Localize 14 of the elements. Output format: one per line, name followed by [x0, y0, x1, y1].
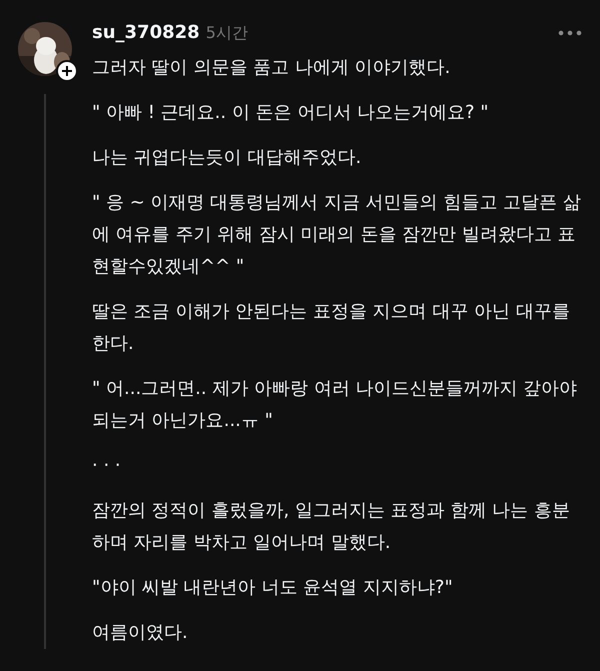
- post-paragraph: " 응 ~ 이재명 대통령님께서 지금 서민들의 힘들고 고달픈 삶에 여유를 주기 위해 잠시 미래의 돈을 잠깐만 빌려왔다고 표현할수있겠네^^ ": [92, 191, 581, 279]
- post-paragraph: " 어...그러면.. 제가 아빠랑 여러 나이드신분들꺼까지 갚아야되는거 아닌가요...ㅠ ": [92, 377, 578, 433]
- username[interactable]: su_370828: [92, 22, 200, 43]
- post-paragraph: 그러자 딸이 의문을 품고 나에게 이야기했다.: [92, 56, 452, 80]
- post-time: 5시간: [206, 23, 248, 44]
- plus-icon[interactable]: [56, 60, 78, 82]
- more-icon[interactable]: [558, 30, 582, 36]
- post-paragraph: 딸은 조금 이해가 안된다는 표정을 지으며 대꾸 아닌 대꾸를 한다.: [92, 300, 571, 356]
- post-paragraph: " 아빠 ! 근데요.. 이 돈은 어디서 나오는거에요? ": [92, 101, 490, 125]
- post-paragraph: 여름이였다.: [92, 621, 189, 645]
- post-paragraph: "야이 씨발 내란년아 너도 윤석열 지지하냐?": [92, 576, 454, 600]
- post-paragraph: 잠깐의 정적이 흘렀을까, 일그러지는 표정과 함께 나는 흥분하며 자리를 박차고 일어나며 말했다.: [92, 499, 571, 555]
- post-paragraph: 나는 귀엽다는듯이 대답해주었다.: [92, 146, 362, 170]
- post-paragraph: · · ·: [92, 454, 122, 478]
